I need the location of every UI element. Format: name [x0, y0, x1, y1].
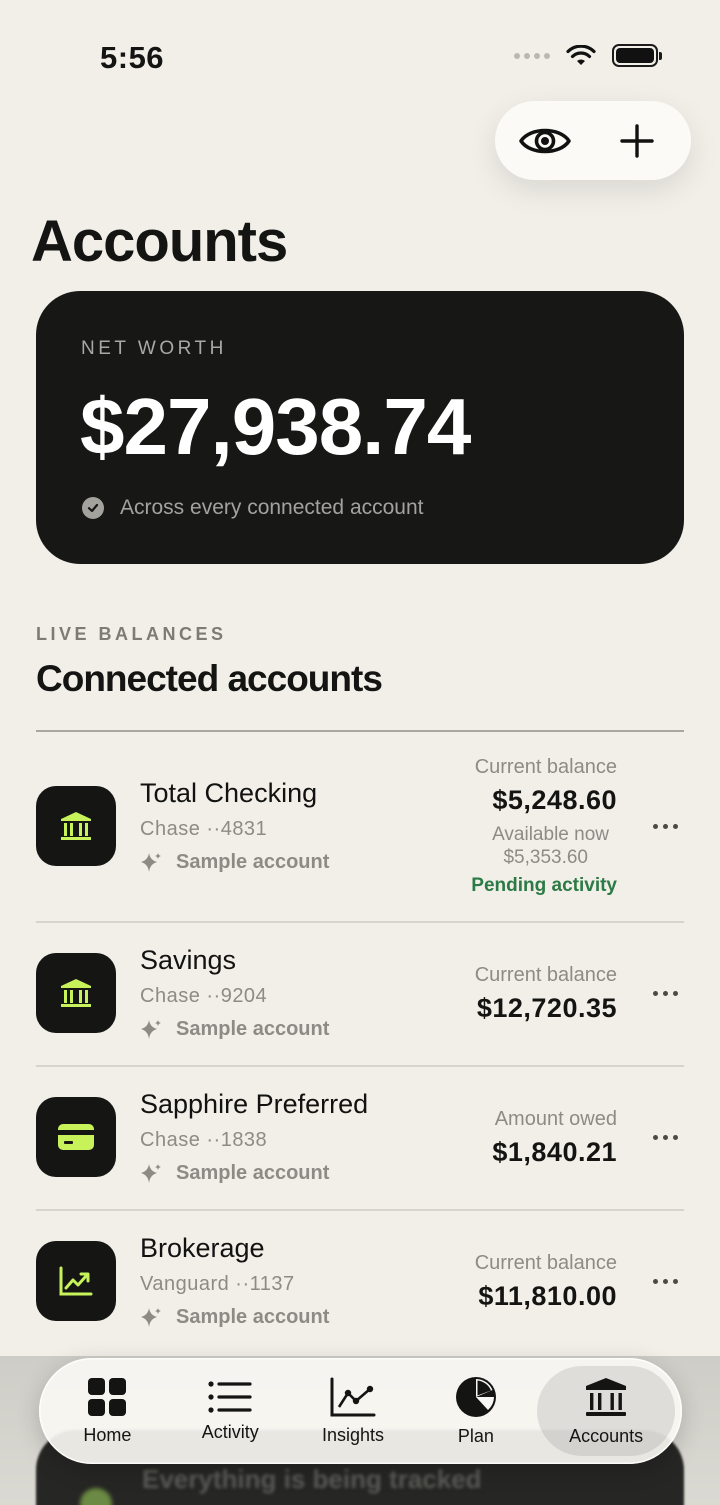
tab-activity[interactable]: Activity	[169, 1366, 292, 1456]
status-icons	[514, 44, 662, 67]
tab-bar: Home Activity Insights Plan Accounts	[39, 1358, 682, 1464]
chart-up-icon	[36, 1241, 116, 1321]
more-options-icon[interactable]	[653, 1279, 678, 1284]
wifi-icon	[566, 44, 596, 65]
balance-value: $1,840.21	[492, 1137, 617, 1167]
tab-label: Plan	[457, 1425, 494, 1446]
more-options-icon[interactable]	[653, 991, 678, 996]
eye-icon	[519, 128, 571, 153]
tab-label: Accounts	[569, 1425, 644, 1446]
account-institution: Chase ··1838	[140, 1129, 268, 1151]
sparkle-icon	[141, 1019, 161, 1039]
section-eyebrow: LIVE BALANCES	[36, 624, 227, 644]
check-circle-icon	[82, 497, 104, 519]
status-time: 5:56	[100, 40, 165, 75]
bank-icon	[586, 1377, 627, 1416]
section-title: Connected accounts	[36, 658, 383, 699]
account-institution: Vanguard ··1137	[140, 1273, 295, 1295]
account-row-brokerage[interactable]: Brokerage Vanguard ··1137 Sample account…	[36, 1210, 684, 1352]
account-row-sapphire-preferred[interactable]: Sapphire Preferred Chase ··1838 Sample a…	[36, 1066, 684, 1208]
tab-label: Activity	[201, 1421, 259, 1442]
pending-activity-status: Pending activity	[471, 875, 617, 896]
net-worth-subtitle: Across every connected account	[82, 496, 424, 520]
balance-label: Current balance	[474, 1252, 617, 1274]
add-account-button[interactable]	[609, 113, 665, 169]
grid-icon	[88, 1377, 127, 1416]
divider	[36, 730, 684, 732]
tab-label: Home	[83, 1424, 132, 1445]
account-name: Savings	[140, 945, 237, 975]
sample-account-tag: Sample account	[140, 1162, 329, 1185]
top-actions	[495, 101, 691, 180]
account-name: Sapphire Preferred	[140, 1089, 369, 1119]
list-icon	[208, 1380, 252, 1413]
tab-accounts[interactable]: Accounts	[537, 1366, 676, 1456]
tab-insights[interactable]: Insights	[292, 1366, 415, 1456]
tab-label: Insights	[322, 1424, 385, 1445]
page-title: Accounts	[31, 209, 288, 274]
balance-label: Amount owed	[494, 1108, 617, 1130]
pie-chart-icon	[455, 1376, 496, 1417]
line-chart-icon	[330, 1377, 376, 1416]
bank-icon	[36, 953, 116, 1033]
sample-account-label: Sample account	[176, 1162, 330, 1184]
balance-value: $5,248.60	[492, 785, 617, 815]
sample-account-tag: Sample account	[140, 1306, 329, 1329]
account-name: Brokerage	[140, 1233, 265, 1263]
account-row-savings[interactable]: Savings Chase ··9204 Sample account Curr…	[36, 922, 684, 1064]
battery-icon	[612, 44, 662, 67]
net-worth-label: NET WORTH	[81, 338, 227, 359]
sparkle-icon	[141, 1307, 161, 1327]
plus-icon	[620, 123, 654, 158]
sparkle-icon	[141, 852, 161, 872]
more-options-icon[interactable]	[653, 1135, 678, 1140]
net-worth-card: NET WORTH $27,938.74 Across every connec…	[36, 291, 684, 564]
available-value: $5,353.60	[503, 847, 588, 868]
net-worth-value: $27,938.74	[80, 382, 471, 471]
tab-home[interactable]: Home	[46, 1366, 169, 1456]
background-card-text: Everything is being tracked	[142, 1464, 482, 1494]
bank-icon	[36, 786, 116, 866]
balance-label: Current balance	[474, 756, 617, 778]
credit-card-icon	[36, 1097, 116, 1177]
hide-balances-button[interactable]	[517, 113, 573, 169]
sample-account-tag: Sample account	[140, 1018, 329, 1041]
sparkle-icon	[141, 1163, 161, 1183]
account-name: Total Checking	[140, 778, 318, 808]
account-institution: Chase ··9204	[140, 985, 268, 1007]
balance-label: Current balance	[474, 964, 617, 986]
balance-value: $12,720.35	[476, 993, 617, 1023]
more-options-icon[interactable]	[653, 824, 678, 829]
account-row-total-checking[interactable]: Total Checking Chase ··4831 Sample accou…	[36, 752, 684, 920]
sample-account-label: Sample account	[176, 1018, 330, 1040]
sample-account-tag: Sample account	[140, 851, 329, 874]
signal-icon	[514, 52, 550, 59]
account-institution: Chase ··4831	[140, 818, 268, 840]
sample-account-label: Sample account	[176, 851, 330, 873]
net-worth-subtitle-text: Across every connected account	[120, 496, 424, 519]
available-label: Available now	[492, 824, 609, 845]
tab-plan[interactable]: Plan	[414, 1366, 537, 1456]
balance-value: $11,810.00	[478, 1281, 617, 1311]
sample-account-label: Sample account	[176, 1306, 330, 1328]
